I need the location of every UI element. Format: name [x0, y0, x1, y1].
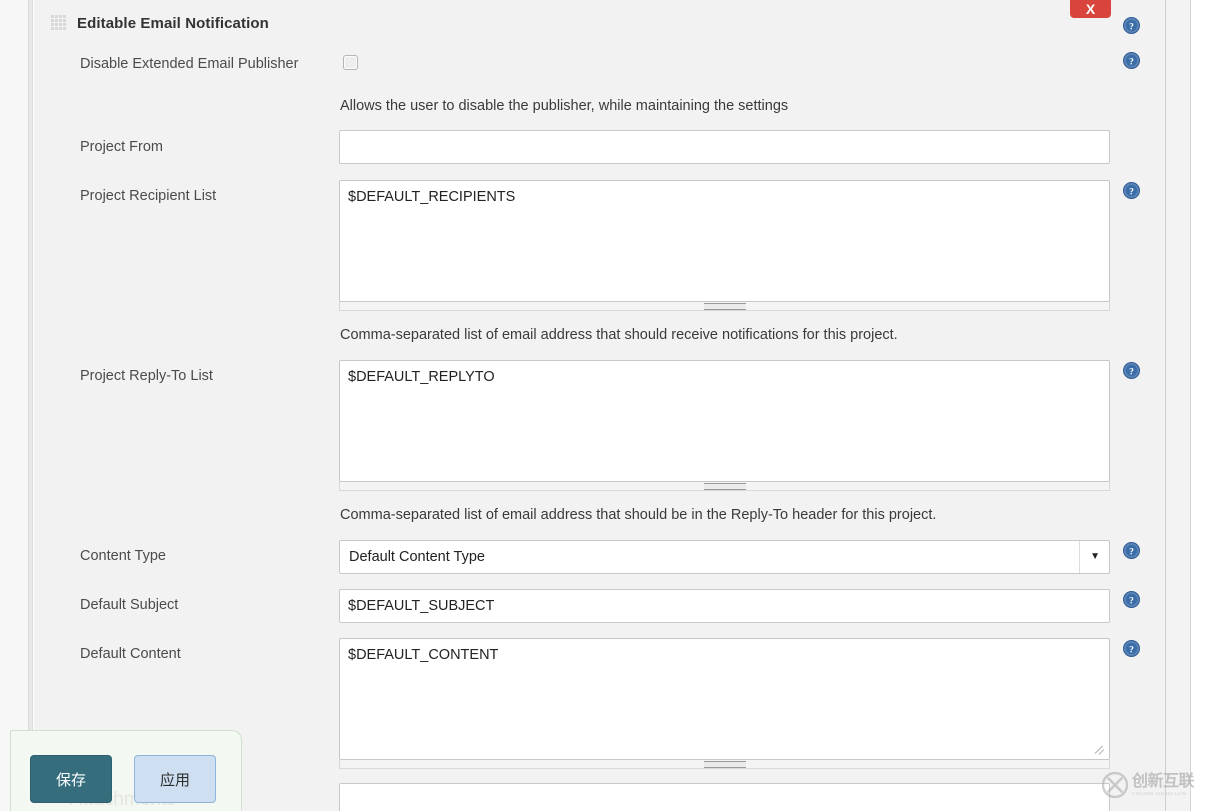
svg-text:?: ?: [1129, 547, 1134, 557]
drag-grip-icon[interactable]: [51, 13, 67, 33]
default-content-textarea[interactable]: [339, 638, 1110, 760]
description-project-recipient-list: Comma-separated list of email address th…: [340, 327, 898, 343]
svg-text:?: ?: [1129, 596, 1134, 606]
content-type-select[interactable]: Default Content Type ▼: [339, 540, 1110, 574]
right-gutter: [1166, 0, 1190, 811]
label-project-from: Project From: [80, 139, 163, 155]
default-content-resize-handle[interactable]: [339, 760, 1110, 769]
reply-to-list-resize-handle[interactable]: [339, 482, 1110, 491]
help-question-icon[interactable]: ?: [1123, 591, 1140, 608]
close-button[interactable]: X: [1070, 0, 1111, 18]
content-type-selected-value: Default Content Type: [349, 549, 485, 565]
label-content-type: Content Type: [80, 548, 166, 564]
svg-text:?: ?: [1129, 57, 1134, 67]
project-recipient-list-textarea[interactable]: [339, 180, 1110, 302]
help-question-icon[interactable]: ?: [1123, 542, 1140, 559]
chevron-down-icon: ▼: [1090, 551, 1100, 562]
help-question-icon[interactable]: ?: [1123, 17, 1140, 34]
project-reply-to-list-textarea[interactable]: [339, 360, 1110, 482]
label-default-subject: Default Subject: [80, 597, 179, 613]
label-disable-extended-email-publisher: Disable Extended Email Publisher: [80, 56, 299, 72]
svg-text:?: ?: [1129, 645, 1134, 655]
project-from-input[interactable]: [339, 130, 1110, 164]
email-notification-config-page: Editable Email Notification X Disable Ex…: [0, 0, 1213, 811]
default-subject-input[interactable]: [339, 589, 1110, 623]
label-project-recipient-list: Project Recipient List: [80, 188, 217, 204]
help-question-icon[interactable]: ?: [1123, 362, 1140, 379]
section-header: Editable Email Notification: [34, 6, 269, 40]
apply-button[interactable]: 应用: [134, 755, 216, 803]
description-project-reply-to-list: Comma-separated list of email address th…: [340, 507, 937, 523]
label-default-content: Default Content: [80, 646, 181, 662]
page-title: Editable Email Notification: [77, 14, 269, 32]
svg-text:?: ?: [1129, 367, 1134, 377]
save-button[interactable]: 保存: [30, 755, 112, 803]
disable-extended-email-publisher-checkbox[interactable]: [343, 55, 358, 70]
select-divider: [1079, 541, 1080, 573]
help-question-icon[interactable]: ?: [1123, 52, 1140, 69]
attachments-input[interactable]: [339, 783, 1110, 811]
help-question-icon[interactable]: ?: [1123, 182, 1140, 199]
description-disable-publisher: Allows the user to disable the publisher…: [340, 98, 789, 114]
recipient-list-resize-handle[interactable]: [339, 302, 1110, 311]
label-project-reply-to-list: Project Reply-To List: [80, 368, 213, 384]
right-white-margin: [1191, 0, 1213, 811]
left-gutter: [0, 0, 28, 811]
svg-text:?: ?: [1129, 22, 1134, 32]
svg-text:?: ?: [1129, 187, 1134, 197]
help-question-icon[interactable]: ?: [1123, 640, 1140, 657]
left-gutter-border: [28, 0, 33, 811]
